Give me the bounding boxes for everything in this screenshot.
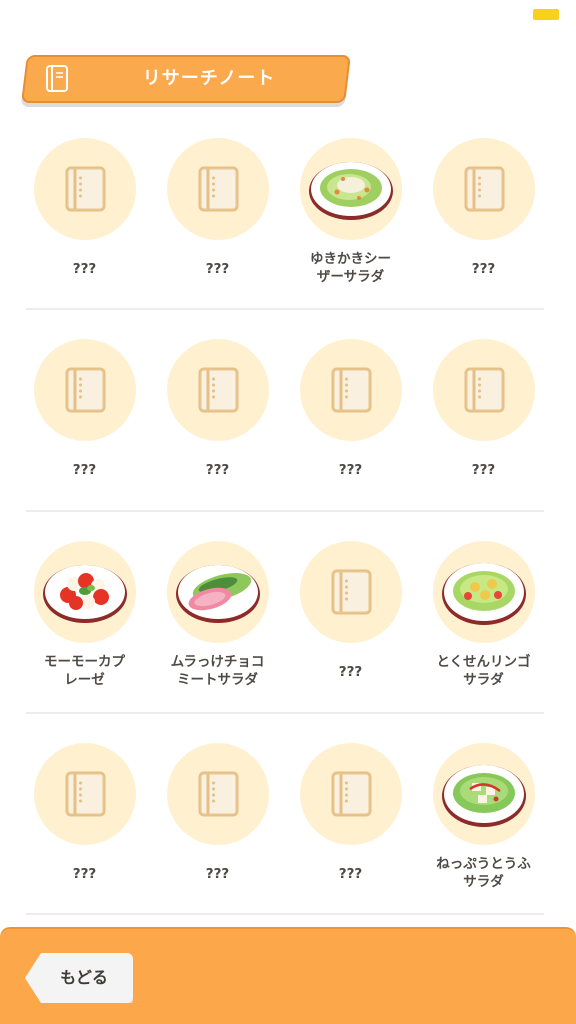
notebook-icon xyxy=(198,771,239,817)
recipe-item-meat-salad[interactable]: ムラっけチョコ ミートサラダ xyxy=(151,541,284,721)
recipe-name: ??? xyxy=(72,462,97,478)
recipe-thumbnail[interactable] xyxy=(167,339,269,441)
recipe-thumbnail[interactable] xyxy=(167,541,269,643)
recipe-thumbnail[interactable] xyxy=(167,138,269,240)
notebook-icon xyxy=(65,166,106,212)
tofu-salad-dish-image xyxy=(442,765,526,827)
recipe-name: ??? xyxy=(205,462,230,478)
row-divider xyxy=(26,913,544,915)
recipe-item-locked[interactable]: ??? xyxy=(284,541,417,721)
recipe-name: ねっぷうとうふ サラダ xyxy=(436,856,531,890)
recipe-name: ??? xyxy=(72,261,97,277)
recipe-thumbnail[interactable] xyxy=(433,541,535,643)
recipe-thumbnail[interactable] xyxy=(300,339,402,441)
header: リサーチノート xyxy=(24,55,348,103)
recipe-name: モーモーカプ レーゼ xyxy=(44,654,125,688)
notebook-icon xyxy=(65,367,106,413)
recipe-item-locked[interactable]: ??? xyxy=(18,743,151,923)
recipe-name: ??? xyxy=(338,866,363,882)
back-button-label[interactable]: もどる xyxy=(25,953,133,1003)
recipe-name: ??? xyxy=(338,462,363,478)
recipe-thumbnail[interactable] xyxy=(433,339,535,441)
recipe-item-locked[interactable]: ??? xyxy=(417,138,550,318)
notebook-icon xyxy=(331,771,372,817)
battery-indicator xyxy=(533,9,559,20)
row-divider xyxy=(26,308,544,310)
recipe-name: ??? xyxy=(471,261,496,277)
recipe-thumbnail[interactable] xyxy=(34,138,136,240)
notebook-icon xyxy=(198,166,239,212)
recipe-item-locked[interactable]: ??? xyxy=(151,743,284,923)
notebook-icon xyxy=(464,367,505,413)
recipe-item-caesar-salad[interactable]: ゆきかきシー ザーサラダ xyxy=(284,138,417,318)
notebook-icon xyxy=(198,367,239,413)
recipe-item-locked[interactable]: ??? xyxy=(151,339,284,519)
recipe-thumbnail[interactable] xyxy=(34,339,136,441)
notebook-icon xyxy=(331,569,372,615)
recipe-item-tofu-salad[interactable]: ねっぷうとうふ サラダ xyxy=(417,743,550,923)
apple-salad-dish-image xyxy=(442,563,526,625)
recipe-thumbnail[interactable] xyxy=(433,138,535,240)
notebook-icon xyxy=(464,166,505,212)
recipe-name: ??? xyxy=(338,664,363,680)
notebook-icon xyxy=(46,65,68,92)
recipe-item-apple-salad[interactable]: とくせんリンゴ サラダ xyxy=(417,541,550,721)
recipe-name: ??? xyxy=(471,462,496,478)
recipe-thumbnail[interactable] xyxy=(34,743,136,845)
caprese-dish-image xyxy=(43,565,127,623)
recipe-item-locked[interactable]: ??? xyxy=(284,339,417,519)
row-divider xyxy=(26,510,544,512)
recipe-name: ゆきかきシー ザーサラダ xyxy=(310,251,391,285)
recipe-thumbnail[interactable] xyxy=(433,743,535,845)
recipe-thumbnail[interactable] xyxy=(300,541,402,643)
recipe-thumbnail[interactable] xyxy=(34,541,136,643)
recipe-item-locked[interactable]: ??? xyxy=(18,138,151,318)
recipe-item-locked[interactable]: ??? xyxy=(18,339,151,519)
meat-salad-dish-image xyxy=(176,565,260,623)
recipe-name: ??? xyxy=(205,261,230,277)
recipe-name: ??? xyxy=(205,866,230,882)
recipe-item-locked[interactable]: ??? xyxy=(284,743,417,923)
recipe-item-caprese[interactable]: モーモーカプ レーゼ xyxy=(18,541,151,721)
recipe-item-locked[interactable]: ??? xyxy=(417,339,550,519)
recipe-name: とくせんリンゴ サラダ xyxy=(436,654,531,688)
caesar-salad-dish-image xyxy=(309,162,393,220)
recipe-thumbnail[interactable] xyxy=(300,138,402,240)
page-title: リサーチノート xyxy=(142,68,276,89)
notebook-icon xyxy=(331,367,372,413)
recipe-name: ムラっけチョコ ミートサラダ xyxy=(170,654,265,688)
recipe-name: ??? xyxy=(72,866,97,882)
recipe-item-locked[interactable]: ??? xyxy=(151,138,284,318)
row-divider xyxy=(26,712,544,714)
notebook-icon xyxy=(65,771,106,817)
recipe-thumbnail[interactable] xyxy=(300,743,402,845)
recipe-thumbnail[interactable] xyxy=(167,743,269,845)
